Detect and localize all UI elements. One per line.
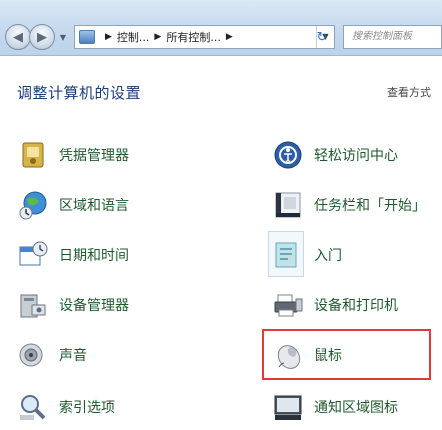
item-ease-of-access[interactable]: 轻松访问中心 xyxy=(272,138,398,172)
page-title: 调整计算机的设置 xyxy=(17,84,142,102)
breadcrumb-separator-icon[interactable]: ▶ xyxy=(154,32,161,42)
refresh-icon: ↻ xyxy=(316,29,328,45)
notification-area-icon xyxy=(272,391,304,423)
item-label: 区域和语言 xyxy=(59,198,129,214)
mouse-icon xyxy=(272,339,304,371)
item-label: 设备管理器 xyxy=(59,298,129,314)
getting-started-icon xyxy=(272,239,304,271)
address-bar[interactable]: ▶ 控制... ▶ 所有控制... ▶ ▼ xyxy=(74,25,335,49)
view-by-label: 查看方式 xyxy=(387,86,431,99)
credential-manager-icon xyxy=(17,139,49,171)
control-panel-icon xyxy=(79,30,95,44)
item-devices-printers[interactable]: 设备和打印机 xyxy=(272,288,398,322)
item-credential-manager[interactable]: 凭据管理器 xyxy=(17,138,129,172)
item-getting-started[interactable]: 入门 xyxy=(272,238,342,272)
item-sound[interactable]: 声音 xyxy=(17,338,87,372)
item-label: 任务栏和「开始」 xyxy=(314,198,426,214)
recent-pages-dropdown[interactable]: ▼ xyxy=(58,33,68,43)
forward-arrow-icon: ▶ xyxy=(37,29,47,45)
back-arrow-icon: ◀ xyxy=(13,29,23,45)
item-label: 设备和打印机 xyxy=(314,298,398,314)
globe-icon xyxy=(17,189,49,221)
item-device-manager[interactable]: 设备管理器 xyxy=(17,288,129,322)
item-region-language[interactable]: 区域和语言 xyxy=(17,188,129,222)
item-date-time[interactable]: 日期和时间 xyxy=(17,238,129,272)
ease-of-access-icon xyxy=(272,139,304,171)
printer-icon xyxy=(272,289,304,321)
item-label: 入门 xyxy=(314,248,342,264)
item-label: 通知区域图标 xyxy=(314,400,398,416)
item-label: 索引选项 xyxy=(59,400,115,416)
item-taskbar-start[interactable]: 任务栏和「开始」 xyxy=(272,188,426,222)
magnifier-icon xyxy=(17,391,49,423)
breadcrumb-all-items[interactable]: 所有控制... xyxy=(166,29,221,45)
search-input[interactable]: 搜索控制面板 xyxy=(343,25,442,49)
item-notification-area[interactable]: 通知区域图标 xyxy=(272,390,398,424)
item-label: 日期和时间 xyxy=(59,248,129,264)
navigation-bar: ◀ ▶ ▼ ▶ 控制... ▶ 所有控制... ▶ ▼ ↻ 搜索控制面板 xyxy=(0,0,442,56)
forward-button[interactable]: ▶ xyxy=(29,24,55,50)
breadcrumb-separator-icon[interactable]: ▶ xyxy=(226,32,233,42)
back-button[interactable]: ◀ xyxy=(5,24,31,50)
calendar-clock-icon xyxy=(17,239,49,271)
device-manager-icon xyxy=(17,289,49,321)
refresh-button[interactable]: ↻ xyxy=(310,26,334,48)
item-mouse[interactable]: 鼠标 xyxy=(272,338,342,372)
item-label: 声音 xyxy=(59,348,87,364)
item-indexing-options[interactable]: 索引选项 xyxy=(17,390,115,424)
speaker-icon xyxy=(17,339,49,371)
item-label: 轻松访问中心 xyxy=(314,148,398,164)
item-label: 鼠标 xyxy=(314,348,342,364)
taskbar-icon xyxy=(272,189,304,221)
breadcrumb-control-panel[interactable]: 控制... xyxy=(117,29,150,45)
breadcrumb-separator-icon[interactable]: ▶ xyxy=(105,32,112,42)
item-label: 凭据管理器 xyxy=(59,148,129,164)
